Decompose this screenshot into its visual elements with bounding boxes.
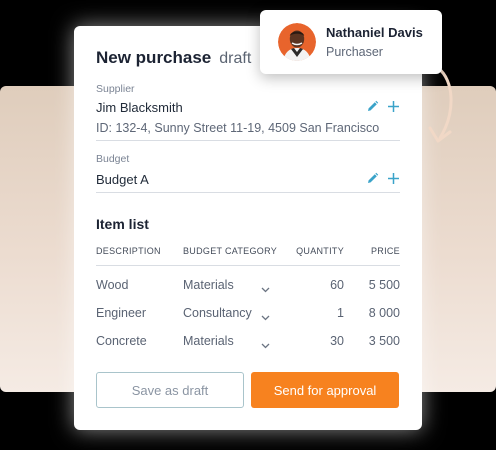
curved-arrow-icon — [428, 66, 453, 143]
plus-icon — [388, 173, 399, 184]
table-row: Wood Materials 60 5 500 — [96, 278, 400, 296]
row-price[interactable]: 8 000 — [369, 306, 400, 320]
row-quantity[interactable]: 1 — [337, 306, 344, 320]
row-price[interactable]: 3 500 — [369, 334, 400, 348]
user-name: Nathaniel Davis — [326, 25, 423, 40]
add-supplier-button[interactable] — [387, 100, 400, 113]
header-quantity: QUANTITY — [296, 246, 344, 256]
pencil-icon — [368, 100, 379, 111]
chevron-down-icon[interactable] — [261, 282, 270, 296]
supplier-details: ID: 132-4, Sunny Street 11-19, 4509 San … — [96, 121, 380, 135]
save-draft-button[interactable]: Save as draft — [96, 372, 244, 408]
plus-icon — [388, 101, 399, 112]
edit-budget-button[interactable] — [366, 172, 379, 185]
chevron-down-icon[interactable] — [261, 310, 270, 324]
row-quantity[interactable]: 60 — [330, 278, 344, 292]
chevron-down-icon[interactable] — [261, 338, 270, 352]
supplier-label: Supplier — [96, 83, 135, 95]
purchase-card: New purchase draft Supplier Jim Blacksmi… — [74, 26, 422, 430]
row-description: Concrete — [96, 334, 147, 348]
budget-value: Budget A — [96, 172, 149, 187]
supplier-actions — [366, 100, 400, 113]
item-table: DESCRIPTION BUDGET CATEGORY QUANTITY PRI… — [96, 246, 400, 349]
supplier-divider — [96, 140, 400, 141]
row-description: Engineer — [96, 306, 147, 320]
category-select[interactable]: Materials — [183, 334, 234, 348]
supplier-name: Jim Blacksmith — [96, 100, 183, 115]
header-category: BUDGET CATEGORY — [183, 246, 278, 256]
pencil-icon — [368, 172, 379, 183]
send-for-approval-button[interactable]: Send for approval — [251, 372, 399, 408]
header-description: DESCRIPTION — [96, 246, 161, 256]
add-budget-button[interactable] — [387, 172, 400, 185]
budget-actions — [366, 172, 400, 185]
card-header: New purchase draft — [96, 48, 251, 68]
header-price: PRICE — [370, 246, 400, 256]
budget-label: Budget — [96, 153, 130, 165]
user-card: Nathaniel Davis Purchaser — [260, 10, 442, 74]
table-header: DESCRIPTION BUDGET CATEGORY QUANTITY PRI… — [96, 246, 400, 262]
category-select[interactable]: Materials — [183, 278, 234, 292]
item-list-title: Item list — [96, 216, 149, 232]
budget-divider — [96, 192, 400, 193]
table-row: Concrete Materials 30 3 500 — [96, 334, 400, 352]
edit-supplier-button[interactable] — [366, 100, 379, 113]
user-role: Purchaser — [326, 45, 383, 59]
table-row: Engineer Consultancy 1 8 000 — [96, 306, 400, 324]
row-price[interactable]: 5 500 — [369, 278, 400, 292]
header-divider — [96, 265, 400, 266]
avatar — [278, 23, 316, 61]
category-select[interactable]: Consultancy — [183, 306, 252, 320]
row-quantity[interactable]: 30 — [330, 334, 344, 348]
page-title: New purchase — [96, 48, 212, 67]
status-badge: draft — [219, 50, 252, 67]
row-description: Wood — [96, 278, 129, 292]
